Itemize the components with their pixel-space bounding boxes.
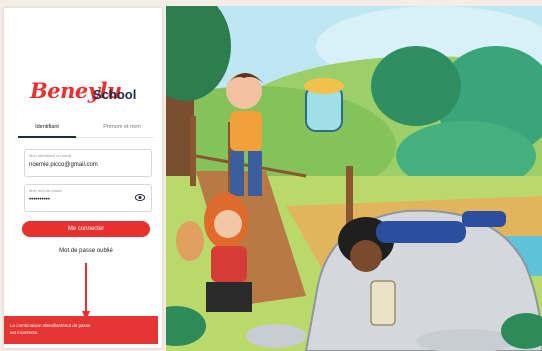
boy-leg-left — [230, 151, 244, 196]
rock-girl-face — [350, 240, 382, 272]
post-1 — [190, 116, 196, 186]
beneylu-school-logo: Beneylu School — [30, 78, 142, 106]
password-field-value[interactable]: •••••••••• — [29, 197, 50, 203]
login-tabs: Identifiant Prénom et nom — [18, 120, 154, 140]
arrow-down-icon — [82, 263, 90, 321]
password-field-label: Mon mot de passe — [29, 188, 62, 193]
boy-leg-right — [248, 151, 262, 196]
rock-girl-body — [376, 221, 466, 243]
girl-shirt — [211, 246, 247, 282]
login-panel: Beneylu School Identifiant Prénom et nom… — [4, 8, 162, 348]
error-line-1: La combinaison Identifiant/mot de passe — [10, 323, 91, 328]
error-line-2: est incorrecte. — [10, 330, 39, 335]
girl-shield — [176, 221, 204, 261]
boy-shirt — [230, 111, 262, 151]
girl-pants — [206, 282, 252, 312]
mask-top — [304, 78, 344, 94]
tab-prenom-nom[interactable]: Prénom et nom — [90, 124, 154, 130]
stone-1 — [246, 324, 306, 348]
password-field[interactable]: Mon mot de passe •••••••••• — [24, 184, 152, 212]
forgot-password-link[interactable]: Mot de passe oublié — [22, 248, 150, 254]
rock-girl-legs — [462, 211, 506, 227]
email-field-label: Mon identifiant ou email — [29, 153, 72, 158]
email-field[interactable]: Mon identifiant ou email noemie.picco@gm… — [24, 149, 152, 177]
tab-identifiant[interactable]: Identifiant — [18, 124, 76, 130]
foliage-mid — [371, 46, 461, 126]
error-banner: La combinaison Identifiant/mot de passe … — [4, 316, 158, 344]
illustration — [166, 6, 542, 351]
girl-face — [214, 210, 242, 238]
login-button[interactable]: Me connecter — [22, 221, 150, 237]
logo-sub: School — [93, 87, 137, 102]
tab-active-indicator — [18, 136, 76, 138]
email-field-value[interactable]: noemie.picco@gmail.com — [29, 162, 98, 168]
eye-icon[interactable] — [135, 194, 145, 201]
idol-statue — [370, 280, 396, 326]
